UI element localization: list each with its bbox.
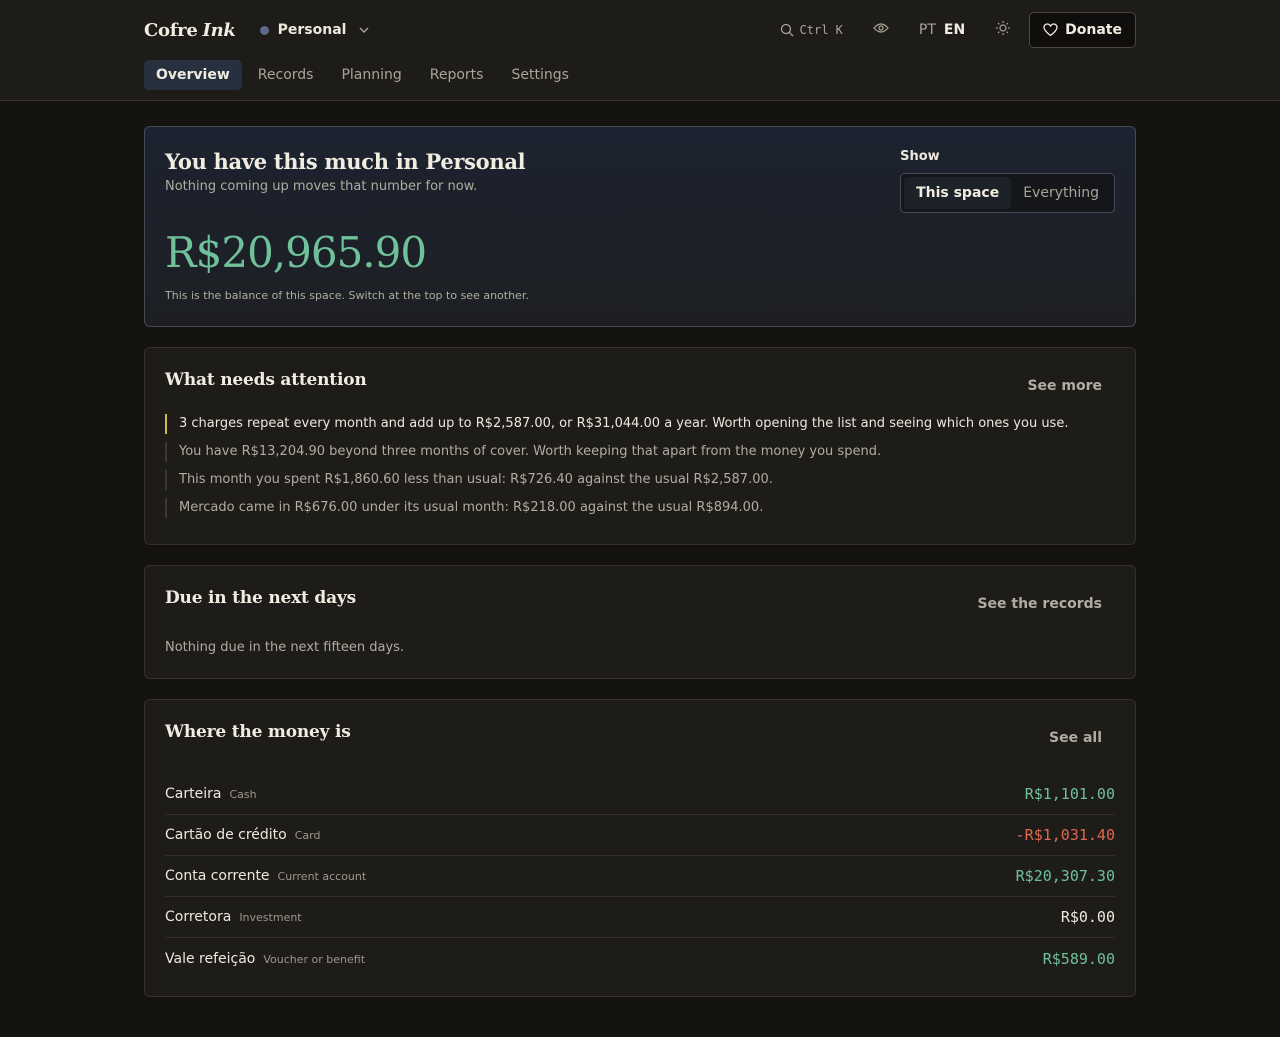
tab-reports[interactable]: Reports [418,60,496,90]
account-balance: -R$1,031.40 [1015,826,1115,844]
brand-logo[interactable]: Cofre Ink [144,20,236,41]
account-row-conta-corrente[interactable]: Conta corrente Current account R$20,307.3… [165,856,1115,897]
balance-note: This is the balance of this space. Switc… [165,289,529,302]
attention-list: 3 charges repeat every month and add up … [165,414,1115,518]
due-title: Due in the next days [165,588,356,608]
scope-toggle: This space Everything [900,173,1115,213]
balance-amount: R$20,965.90 [165,228,427,277]
brand-main: Cofre [144,19,198,41]
list-item: This month you spent R$1,860.60 less tha… [165,470,1115,490]
donate-button[interactable]: Donate [1029,12,1136,48]
chevron-down-icon [359,27,369,33]
account-balance: R$1,101.00 [1024,785,1115,803]
lang-pt[interactable]: PT [919,22,936,38]
accounts-list: Carteira Cash R$1,101.00 Cartão de crédit… [165,774,1115,979]
account-balance: R$0.00 [1060,908,1115,926]
lang-en[interactable]: EN [944,22,965,38]
accounts-title: Where the money is [165,722,351,742]
see-all-link[interactable]: See all [1049,730,1102,746]
account-balance: R$20,307.30 [1015,867,1115,885]
list-item: You have R$13,204.90 beyond three months… [165,442,1115,462]
list-item: Mercado came in R$676.00 under its usual… [165,498,1115,518]
account-row-cartao[interactable]: Cartão de crédito Card -R$1,031.40 [165,815,1115,856]
language-switch: PT EN [919,22,965,38]
top-bar: Cofre Ink Personal Ctrl K PT EN Donate O… [0,0,1280,101]
account-type: Card [294,829,321,842]
account-type: Cash [229,788,257,801]
space-name: Personal [277,22,347,38]
donate-label: Donate [1065,22,1122,38]
see-more-link[interactable]: See more [1027,378,1102,394]
tab-records[interactable]: Records [246,60,326,90]
balance-card: You have this much in Personal Nothing c… [144,126,1136,327]
eye-icon [873,23,889,33]
scope-everything[interactable]: Everything [1011,177,1111,209]
search-button[interactable]: Ctrl K [780,23,843,37]
account-type: Investment [239,911,302,924]
privacy-toggle[interactable] [873,22,889,38]
due-card: Due in the next days See the records Not… [144,565,1136,679]
space-dot [259,25,269,35]
list-item: 3 charges repeat every month and add up … [165,414,1115,434]
accounts-card: Where the money is See all Carteira Cash … [144,699,1136,997]
search-icon [780,23,793,37]
tab-planning[interactable]: Planning [329,60,413,90]
account-type: Current account [277,870,367,883]
attention-card: What needs attention See more 3 charges … [144,347,1136,545]
account-name: Vale refeição [165,950,256,967]
account-name: Conta corrente [165,868,270,884]
attention-title: What needs attention [165,370,367,390]
brand-accent: Ink [202,19,236,41]
space-switcher[interactable]: Personal [259,22,371,38]
scope-label: Show [900,149,940,164]
account-name: Cartão de crédito [165,827,287,843]
tab-settings[interactable]: Settings [499,60,580,90]
account-name: Corretora [165,909,232,925]
account-row-corretora[interactable]: Corretora Investment R$0.00 [165,897,1115,938]
see-records-link[interactable]: See the records [977,596,1102,612]
account-row-carteira[interactable]: Carteira Cash R$1,101.00 [165,774,1115,815]
account-row-vale-refeicao[interactable]: Vale refeição Voucher or benefit R$589.00 [165,938,1115,979]
main-tabs: Overview Records Planning Reports Settin… [144,60,585,90]
scope-this-space[interactable]: This space [904,177,1012,209]
sun-icon [996,21,1011,35]
due-empty-message: Nothing due in the next fifteen days. [165,640,405,655]
search-shortcut: Ctrl K [799,23,843,37]
main-content: You have this much in Personal Nothing c… [144,126,1136,997]
theme-toggle[interactable] [995,20,1011,40]
account-name: Carteira [165,786,222,802]
scope-selector: Show This space Everything [900,149,1115,213]
heart-icon [1043,23,1058,37]
tab-overview[interactable]: Overview [144,60,242,90]
account-balance: R$589.00 [1042,949,1115,968]
account-type: Voucher or benefit [263,952,366,966]
